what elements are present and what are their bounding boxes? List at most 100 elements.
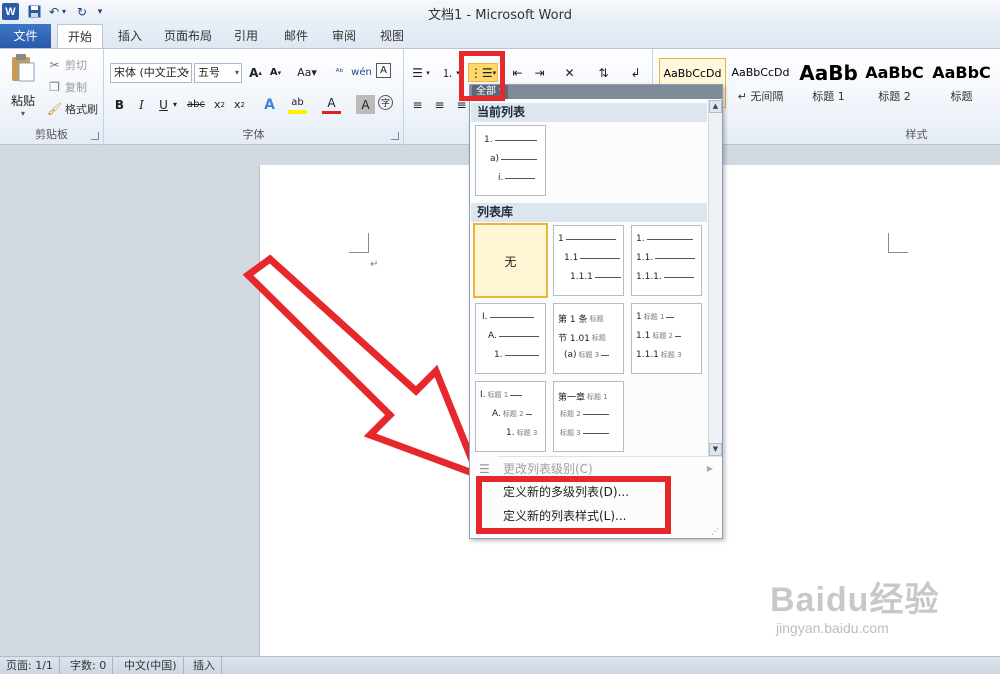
status-insert-mode[interactable]: 插入 [187,657,222,674]
scroll-down-icon[interactable]: ▼ [709,443,722,456]
status-word-count[interactable]: 字数: 0 [64,657,114,674]
margin-corner-top-left [349,233,369,253]
scissors-icon: ✂ [49,58,60,72]
tab-home[interactable]: 开始 [57,24,103,48]
status-language[interactable]: 中文(中国) [118,657,184,674]
character-shading-icon[interactable]: A [356,95,375,114]
style-name: 标题 [950,90,973,103]
clipboard-group-label: 剪贴板 [35,128,68,141]
underline-dropdown-icon[interactable]: ▾ [170,95,180,114]
format-painter-label: 格式刷 [65,103,98,116]
scroll-up-icon[interactable]: ▲ [709,100,722,113]
clear-formatting-icon[interactable]: ᴬᵇ [330,63,349,82]
font-group-label: 字体 [242,128,265,141]
menu-header: 全部 ▾ [470,85,722,99]
cut-label: 剪切 [65,59,87,72]
subscript-icon[interactable]: x2 [210,95,229,114]
copy-label: 复制 [65,81,87,94]
watermark-logo: Baidu经验 [770,581,940,619]
style-heading-2[interactable]: AaBbC 标题 2 [861,58,928,108]
tab-references[interactable]: 引用 [224,24,268,48]
list-thumbnail-5[interactable]: 1 标题 1 1.1 标题 2 1.1.1 标题 3 [631,303,702,374]
font-size-combo[interactable]: 五号 ▾ [194,63,242,83]
tab-mailings[interactable]: 邮件 [274,24,318,48]
style-name: 标题 2 [878,90,911,103]
style-preview: AaBbCcDd [731,66,790,79]
tab-review[interactable]: 审阅 [322,24,366,48]
list-thumbnail-6[interactable]: I. 标题 1 A. 标题 2 1. 标题 3 [475,381,546,452]
show-marks-icon[interactable]: ↲ [626,63,645,82]
style-preview: AaBbC [932,63,991,82]
window-title: 文档1 - Microsoft Word [428,8,572,23]
decrease-indent-icon[interactable]: ⇤ [508,63,527,82]
change-list-level-label: 更改列表级别(C) [503,462,593,476]
enclose-characters-icon[interactable]: 字 [378,95,393,110]
bullets-dropdown-icon[interactable]: ▾ [424,63,432,82]
align-center-icon[interactable]: ≡ [430,95,449,114]
paste-dropdown-icon[interactable]: ▾ [6,109,40,118]
thumb-line: 1. [484,135,537,145]
style-heading-1[interactable]: AaBb 标题 1 [795,58,862,108]
thumb-line: a) [490,154,538,164]
tab-file[interactable]: 文件 [0,24,51,48]
format-painter-button[interactable]: 🖌 格式刷 [46,99,98,119]
shrink-font-icon[interactable]: A ▾ [266,63,285,82]
annotation-highlight-button [459,51,505,101]
chevron-down-icon: ▾ [234,68,239,77]
current-list-title: 当前列表 [471,103,707,122]
menu-separator [498,456,722,457]
menu-scrollbar[interactable]: ▲ ▼ [708,100,722,456]
sort-icon[interactable]: ⇅ [594,63,613,82]
copy-icon: ❐ [49,80,60,94]
baidu-watermark: Baidu经验 jingyan.baidu.com [770,572,990,650]
margin-corner-top-right [888,233,908,253]
list-thumbnail-2[interactable]: 1. 1.1. 1.1.1. [631,225,702,296]
character-border-icon[interactable]: A [376,63,391,78]
font-size-value: 五号 [198,66,220,79]
styles-group-label: 样式 [905,128,928,141]
phonetic-guide-icon[interactable]: wén [351,63,372,82]
clipboard-launcher-icon[interactable] [91,132,99,140]
list-thumbnail-7[interactable]: 第一章 标题 1 标题 2 标题 3 [553,381,624,452]
text-effects-icon[interactable]: A [260,95,279,114]
align-left-icon[interactable]: ≡ [408,95,427,114]
status-page[interactable]: 页面: 1/1 [0,657,60,674]
font-name-combo[interactable]: 宋体 (中文正文 ▾ [110,63,192,83]
paste-button[interactable]: 粘贴 ▾ [6,53,40,123]
cut-button[interactable]: ✂ 剪切 [46,55,87,75]
list-none-thumbnail[interactable]: 无 [473,223,548,298]
superscript-icon[interactable]: x2 [230,95,249,114]
font-color-icon[interactable]: A [322,95,341,114]
tab-view[interactable]: 视图 [370,24,414,48]
increase-indent-icon[interactable]: ⇥ [530,63,549,82]
ribbon-tabs: 文件 开始 插入 页面布局 引用 邮件 审阅 视图 [0,24,1000,48]
font-name-value: 宋体 (中文正文 [114,66,188,79]
bold-icon[interactable]: B [110,95,129,114]
style-no-spacing[interactable]: AaBbCcDd ↵ 无间隔 [727,58,794,108]
list-library-title: 列表库 [471,203,707,222]
tab-page-layout[interactable]: 页面布局 [154,24,222,48]
copy-button[interactable]: ❐ 复制 [46,77,87,97]
strikethrough-icon[interactable]: abc [184,95,208,114]
chevron-down-icon: ▾ [184,68,189,77]
change-case-icon[interactable]: Aa▾ [294,63,320,82]
paste-label: 粘贴 [10,94,35,108]
list-thumbnail-3[interactable]: I. A. 1. [475,303,546,374]
paste-icon [12,54,35,82]
font-group: 宋体 (中文正文 ▾ 五号 ▾ A ▴ A ▾ Aa▾ ᴬᵇ wén A B I U ▾… [104,49,404,145]
chinese-layout-icon[interactable]: ✕ [560,63,579,82]
resize-grip-icon[interactable]: ⋰ [711,527,719,536]
current-list-thumbnail[interactable]: 1. a) i. [475,125,546,196]
highlight-color-icon[interactable]: ab [288,95,307,114]
annotation-highlight-items [476,476,671,534]
grow-font-icon[interactable]: A ▴ [246,63,265,82]
list-thumbnail-4[interactable]: 第 1 条标题 节 1.01 标题 (a) 标题 3 [553,303,624,374]
font-launcher-icon[interactable] [391,132,399,140]
style-title[interactable]: AaBbC 标题 [928,58,995,108]
multilevel-list-menu: 全部 ▾ 当前列表 1. a) i. 列表库 无 1 1.1 1.1.1 1. … [469,84,723,539]
status-bar: 页面: 1/1 字数: 0 中文(中国) 插入 [0,656,1000,674]
list-thumbnail-1[interactable]: 1 1.1 1.1.1 [553,225,624,296]
italic-icon[interactable]: I [132,95,151,114]
tab-insert[interactable]: 插入 [108,24,152,48]
style-name: ↵ 无间隔 [737,90,784,103]
